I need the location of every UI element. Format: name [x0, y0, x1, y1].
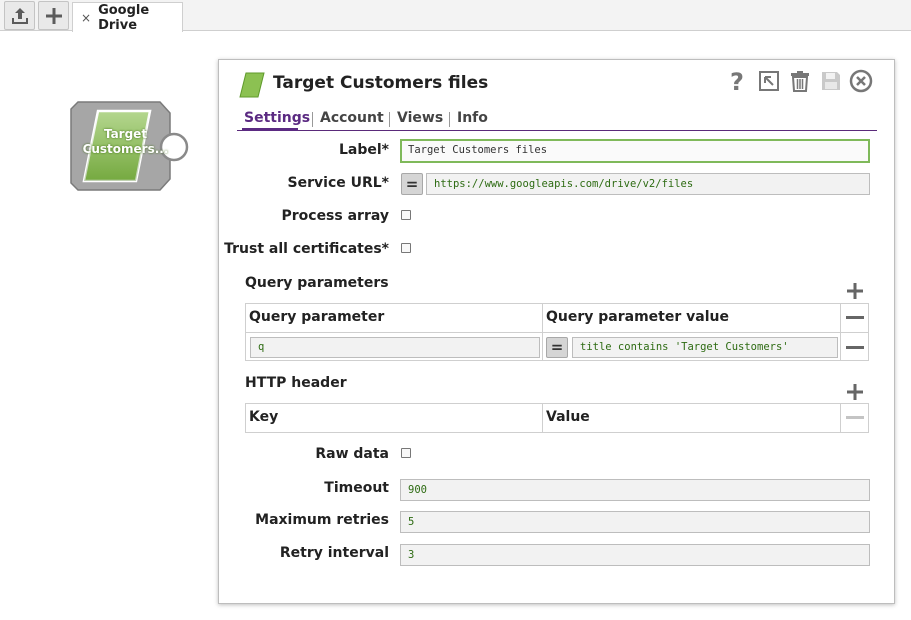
close-icon	[849, 69, 873, 93]
delete-button[interactable]	[788, 69, 812, 93]
svg-text:?: ?	[730, 69, 744, 93]
tab-account[interactable]: Account	[320, 110, 384, 126]
service-url-input[interactable]: https://www.googleapis.com/drive/v2/file…	[426, 173, 870, 195]
upload-icon	[11, 7, 28, 24]
column-header-key: Key	[249, 409, 279, 425]
column-header-query-parameter: Query parameter	[249, 309, 385, 325]
tab-separator	[312, 112, 313, 127]
process-array-label: Process array	[281, 208, 389, 224]
snap-node[interactable]: Target Customers...	[70, 101, 190, 191]
tab-label: Google Drive	[98, 2, 150, 33]
dialog-title: Target Customers files	[273, 73, 489, 93]
upload-button[interactable]	[4, 1, 35, 30]
save-button[interactable]	[819, 69, 843, 93]
dialog-tabs: Settings Account Views Info	[237, 109, 877, 131]
plus-icon	[847, 283, 863, 299]
export-icon	[759, 71, 779, 91]
settings-dialog: Target Customers files ? Settings Accoun…	[218, 59, 895, 604]
service-url-expression-toggle[interactable]: =	[401, 173, 423, 195]
help-icon: ?	[730, 69, 744, 93]
query-parameters-heading: Query parameters	[245, 275, 389, 291]
timeout-input[interactable]: 900	[400, 479, 870, 501]
trash-icon	[791, 71, 809, 92]
raw-data-label: Raw data	[315, 446, 389, 462]
retry-interval-input[interactable]: 3	[400, 544, 870, 566]
snap-label: Target Customers...	[82, 127, 169, 156]
row-divider	[246, 332, 868, 333]
tab-google-drive[interactable]: × Google Drive	[72, 2, 183, 33]
plus-icon	[847, 384, 863, 400]
export-button[interactable]	[757, 69, 781, 93]
tab-close-icon[interactable]: ×	[81, 11, 91, 25]
query-parameter-input[interactable]: q	[250, 337, 540, 358]
top-tab-bar: × Google Drive	[0, 0, 911, 33]
remove-query-parameter-row-button[interactable]	[844, 339, 866, 357]
column-header-value: Value	[546, 409, 590, 425]
query-parameters-table: Query parameter Query parameter value q …	[245, 303, 869, 361]
snap-type-icon	[239, 72, 265, 98]
save-icon	[822, 72, 840, 90]
timeout-label: Timeout	[324, 480, 389, 496]
process-array-checkbox[interactable]	[401, 210, 411, 220]
minus-icon	[846, 346, 864, 349]
query-parameter-value-input[interactable]: title contains 'Target Customers'	[572, 337, 838, 358]
close-button[interactable]	[849, 69, 873, 93]
add-http-header-button[interactable]	[845, 382, 865, 402]
column-divider	[542, 404, 543, 432]
query-value-expression-toggle[interactable]: =	[546, 337, 568, 358]
add-query-parameter-button[interactable]	[845, 281, 865, 301]
plus-icon	[45, 7, 62, 24]
trust-all-certificates-label: Trust all certificates*	[224, 241, 389, 257]
retry-interval-label: Retry interval	[279, 545, 389, 561]
active-tab-indicator	[242, 128, 298, 131]
help-button[interactable]: ?	[725, 69, 749, 93]
tab-separator	[389, 112, 390, 127]
tab-info[interactable]: Info	[457, 110, 488, 126]
tab-separator	[449, 112, 450, 127]
service-url-label: Service URL*	[287, 175, 389, 191]
raw-data-checkbox[interactable]	[401, 448, 411, 458]
label-input[interactable]: Target Customers files	[400, 139, 870, 163]
tab-views[interactable]: Views	[397, 110, 443, 126]
maximum-retries-label: Maximum retries	[255, 512, 389, 528]
label-field-label: Label*	[338, 142, 389, 158]
column-header-query-parameter-value: Query parameter value	[546, 309, 729, 325]
tab-settings[interactable]: Settings	[244, 110, 310, 126]
column-divider	[840, 404, 841, 432]
trust-all-certificates-checkbox[interactable]	[401, 243, 411, 253]
add-button[interactable]	[38, 1, 69, 30]
minus-icon	[846, 316, 864, 319]
http-header-table: Key Value	[245, 403, 869, 433]
http-header-heading: HTTP header	[245, 375, 347, 391]
remove-all-http-headers-button[interactable]	[844, 409, 866, 427]
remove-all-query-parameters-button[interactable]	[844, 309, 866, 327]
minus-icon	[846, 416, 864, 419]
maximum-retries-input[interactable]: 5	[400, 511, 870, 533]
